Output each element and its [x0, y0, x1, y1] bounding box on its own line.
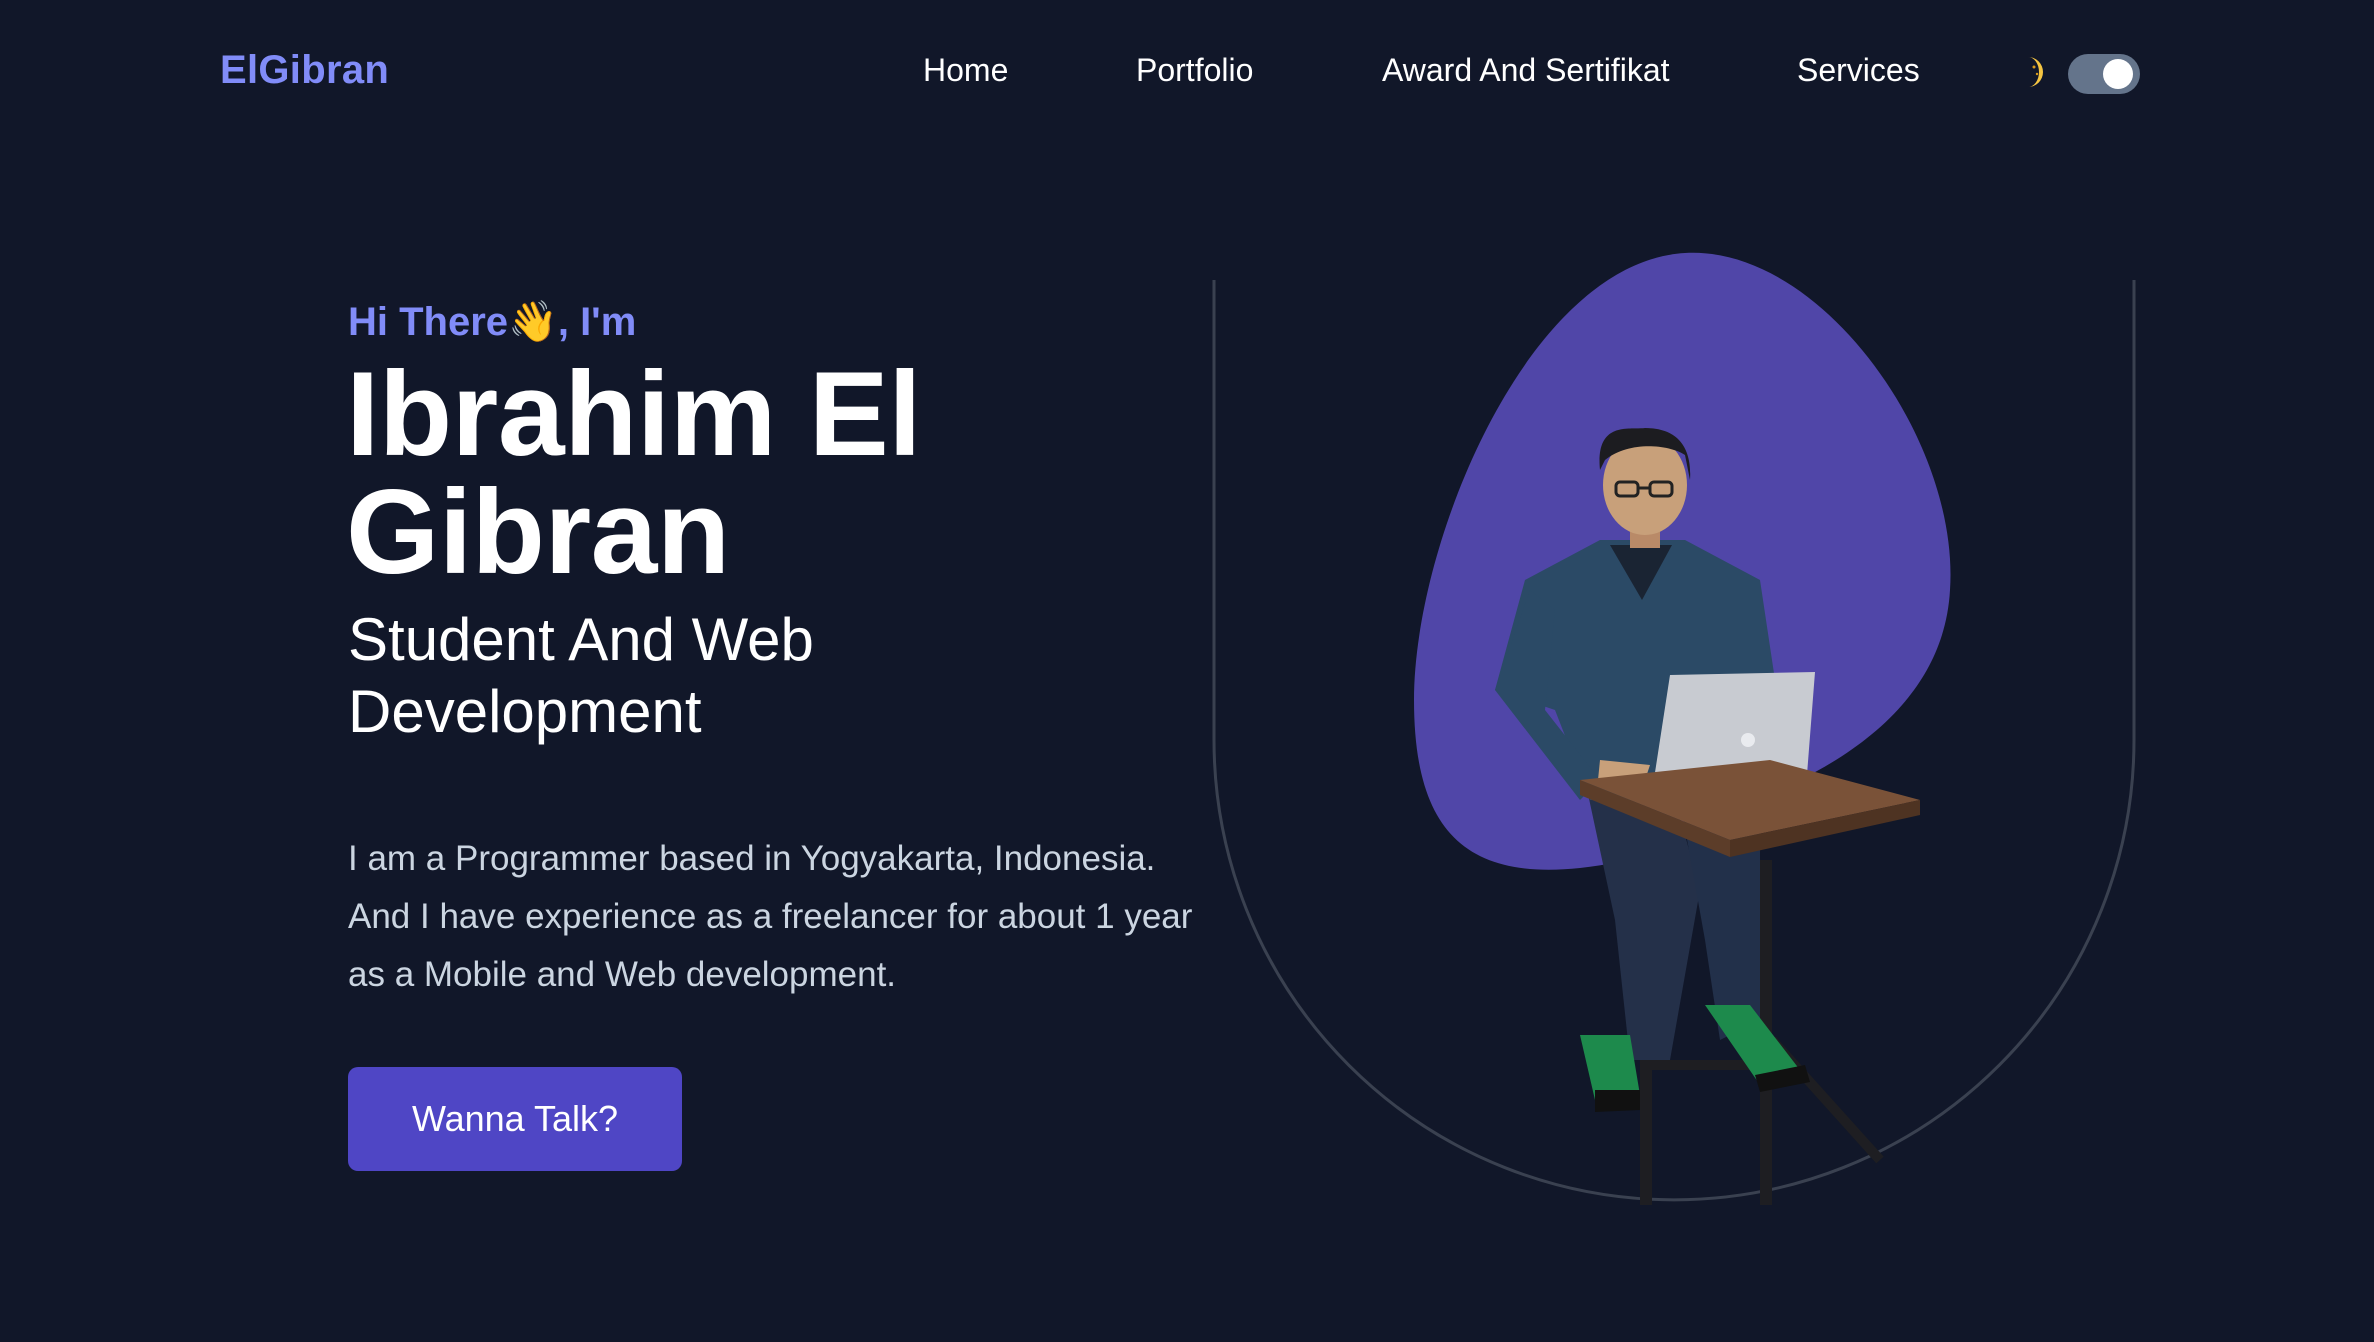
- nav-link-award-and-sertifikat[interactable]: Award And Sertifikat: [1382, 52, 1670, 89]
- nav-link-services[interactable]: Services: [1797, 52, 1920, 89]
- wanna-talk-button[interactable]: Wanna Talk?: [348, 1067, 682, 1171]
- theme-toggle[interactable]: [2068, 54, 2140, 94]
- nav-link-portfolio[interactable]: Portfolio: [1136, 52, 1253, 89]
- nav-link-home[interactable]: Home: [923, 52, 1008, 89]
- hero-name: Ibrahim El Gibran: [346, 347, 922, 599]
- moon-icon: [2028, 57, 2043, 87]
- hero-bio: I am a Programmer based in Yogyakarta, I…: [348, 839, 1193, 994]
- hero-illustration: [1212, 252, 2136, 1205]
- brand-logo[interactable]: ElGibran: [220, 48, 389, 93]
- hero-role: Student And Web Development: [348, 606, 814, 745]
- hero-greeting: Hi There👋, I'm: [348, 300, 637, 344]
- toggle-knob: [2103, 59, 2133, 89]
- navbar: ElGibran Home Portfolio Award And Sertif…: [0, 0, 2374, 144]
